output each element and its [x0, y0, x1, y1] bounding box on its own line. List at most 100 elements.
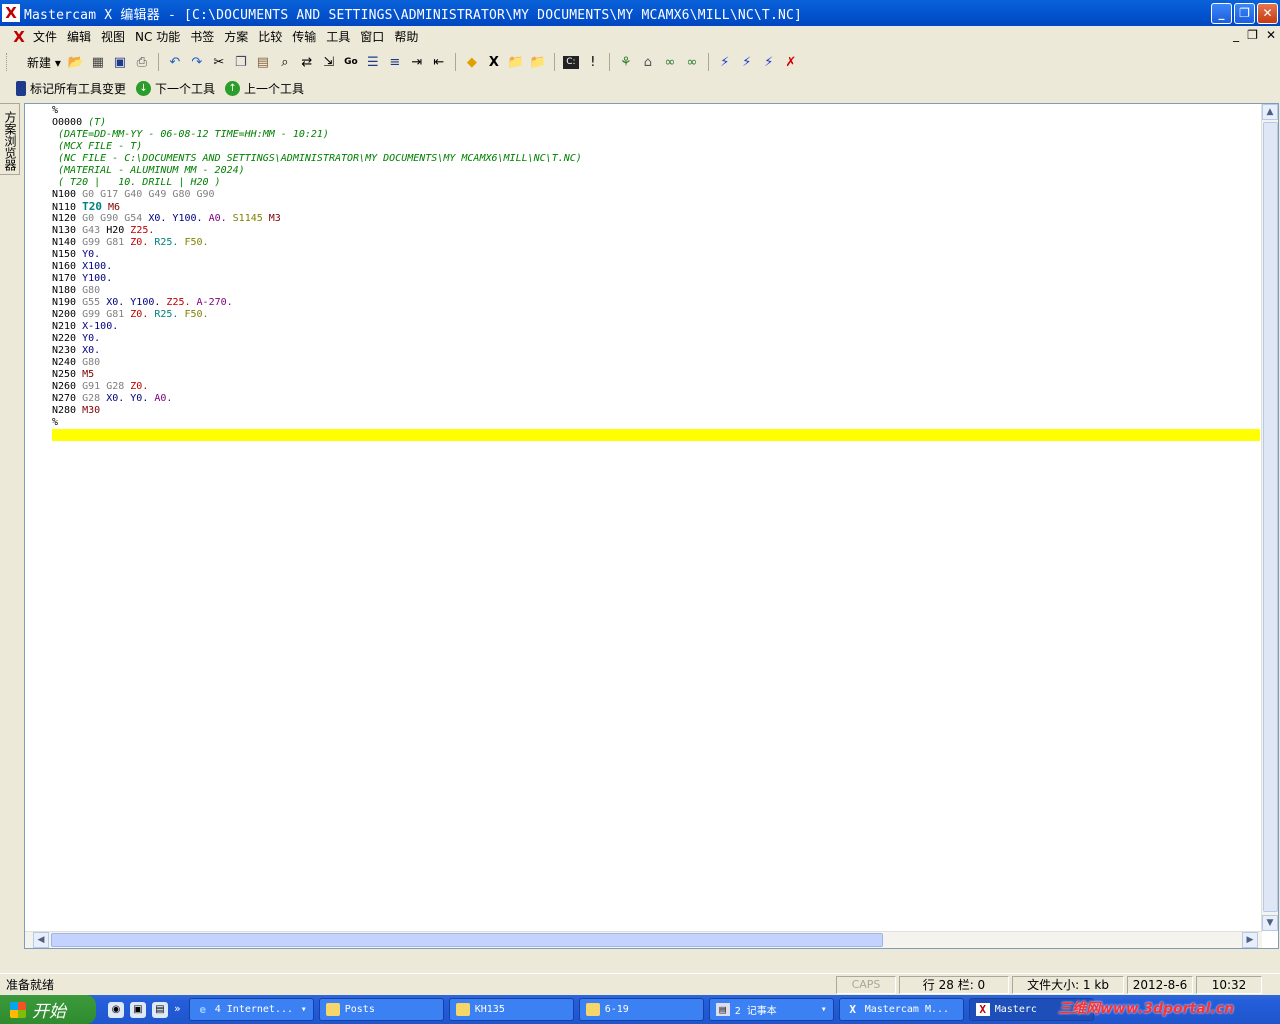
indent-icon[interactable]: ⇥	[406, 51, 428, 73]
menu-tools[interactable]: 工具	[321, 26, 355, 48]
code-line[interactable]: N200 G99 G81 Z0. R25. F50.	[52, 309, 582, 321]
code-line[interactable]: %	[52, 105, 582, 117]
code-line[interactable]: N160 X100.	[52, 261, 582, 273]
quicklaunch-overflow-icon[interactable]: »	[174, 1002, 181, 1018]
code-line[interactable]: N240 G80	[52, 357, 582, 369]
code-line[interactable]: N110 T20 M6	[52, 201, 582, 214]
link2-icon[interactable]: ∞	[681, 51, 703, 73]
goto-icon[interactable]: ⇲	[318, 51, 340, 73]
task-internet-explorer[interactable]: e 4 Internet... ▾	[188, 998, 314, 1021]
code-line[interactable]: (NC FILE - C:\DOCUMENTS AND SETTINGS\ADM…	[52, 153, 582, 165]
code-line[interactable]: N270 G28 X0. Y0. A0.	[52, 393, 582, 405]
scroll-right-icon[interactable]: ▶	[1242, 932, 1258, 948]
code-line[interactable]: (DATE=DD-MM-YY - 06-08-12 TIME=HH:MM - 1…	[52, 129, 582, 141]
machine-icon[interactable]: ⌂	[637, 51, 659, 73]
code-line[interactable]: N260 G91 G28 Z0.	[52, 381, 582, 393]
open-file-icon[interactable]: 📁	[505, 51, 527, 73]
cut-icon[interactable]: ✂	[208, 51, 230, 73]
task-mastercam-main[interactable]: X Mastercam M...	[838, 998, 964, 1021]
table-icon[interactable]: ▦	[87, 51, 109, 73]
mdi-close-button[interactable]: ✕	[1266, 28, 1276, 42]
code-line[interactable]: (MCX FILE - T)	[52, 141, 582, 153]
bolt-delete-icon[interactable]: ✗	[780, 51, 802, 73]
start-button[interactable]: 开始	[0, 995, 96, 1024]
menu-transfer[interactable]: 传输	[287, 26, 321, 48]
bookmark-icon[interactable]: ◆	[461, 51, 483, 73]
mdi-minimize-button[interactable]: _	[1233, 28, 1239, 42]
menu-nc-functions[interactable]: NC 功能	[130, 26, 185, 48]
bolt3-icon[interactable]: ⚡	[758, 51, 780, 73]
document-icon[interactable]: X	[10, 28, 28, 46]
next-tool-button[interactable]: ↓ 下一个工具	[136, 80, 215, 97]
code-line[interactable]: N250 M5	[52, 369, 582, 381]
ql-browser-icon[interactable]: ◉	[108, 1001, 124, 1018]
find-icon[interactable]: ⌕	[274, 51, 296, 73]
nc-editor[interactable]: % O0000 (T) (DATE=DD-MM-YY - 06-08-12 TIM…	[24, 103, 1279, 949]
renumber-icon[interactable]: ≡	[384, 51, 406, 73]
paste-icon[interactable]: ▤	[252, 51, 274, 73]
copy-icon[interactable]: ❐	[230, 51, 252, 73]
code-line[interactable]: N170 Y100.	[52, 273, 582, 285]
menu-compare[interactable]: 比较	[253, 26, 287, 48]
horizontal-scroll-thumb[interactable]	[51, 933, 883, 947]
open-folder-icon[interactable]: 📂	[65, 51, 87, 73]
project-browser-tab[interactable]: 方案浏览器	[0, 103, 20, 175]
print-icon[interactable]: ⎙	[131, 51, 153, 73]
code-line[interactable]: N180 G80	[52, 285, 582, 297]
ql-desktop-icon[interactable]: ▤	[152, 1001, 168, 1018]
restore-button[interactable]: ❐	[1234, 3, 1255, 24]
code-line[interactable]: N220 Y0.	[52, 333, 582, 345]
link1-icon[interactable]: ∞	[659, 51, 681, 73]
tool-path-icon[interactable]: ⚘	[615, 51, 637, 73]
terminal-icon[interactable]: C:	[562, 55, 579, 69]
task-6-19-folder[interactable]: 6-19	[578, 998, 704, 1021]
code-line[interactable]: N190 G55 X0. Y100. Z25. A-270.	[52, 297, 582, 309]
vertical-scroll-thumb[interactable]	[1263, 122, 1278, 912]
redo-icon[interactable]: ↷	[186, 51, 208, 73]
scroll-up-icon[interactable]: ▲	[1262, 104, 1278, 120]
minimize-button[interactable]: _	[1211, 3, 1232, 24]
menu-edit[interactable]: 编辑	[62, 26, 96, 48]
code-line[interactable]: N130 G43 H20 Z25.	[52, 225, 582, 237]
go-icon[interactable]: Go	[340, 51, 362, 73]
mastercam-icon[interactable]: X	[483, 51, 505, 73]
new-button[interactable]: 新建 ▾	[15, 54, 65, 71]
vertical-scrollbar[interactable]: ▲ ▼	[1261, 104, 1278, 931]
toolbar-grip[interactable]	[6, 53, 9, 71]
list-icon[interactable]: ☰	[362, 51, 384, 73]
code-line[interactable]: N230 X0.	[52, 345, 582, 357]
horizontal-scrollbar[interactable]: ◀ ▶	[25, 931, 1262, 948]
ql-media-icon[interactable]: ▣	[130, 1001, 146, 1018]
bolt2-icon[interactable]: ⚡	[736, 51, 758, 73]
code-line[interactable]: N120 G0 G90 G54 X0. Y100. A0. S1145 M3	[52, 213, 582, 225]
task-kh135-folder[interactable]: KH135	[448, 998, 574, 1021]
code-line[interactable]: N210 X-100.	[52, 321, 582, 333]
menu-bookmarks[interactable]: 书签	[185, 26, 219, 48]
code-line[interactable]: (MATERIAL - ALUMINUM MM - 2024)	[52, 165, 582, 177]
info-icon[interactable]: !	[582, 51, 604, 73]
replace-icon[interactable]: ⇄	[296, 51, 318, 73]
code-line[interactable]: N100 G0 G17 G40 G49 G80 G90	[52, 189, 582, 201]
code-line[interactable]: N140 G99 G81 Z0. R25. F50.	[52, 237, 582, 249]
code-line[interactable]: O0000 (T)	[52, 117, 582, 129]
code-line[interactable]: %	[52, 417, 582, 429]
prev-tool-button[interactable]: ↑ 上一个工具	[225, 80, 304, 97]
scroll-down-icon[interactable]: ▼	[1262, 915, 1278, 931]
mdi-restore-button[interactable]: ❐	[1247, 28, 1258, 42]
menu-view[interactable]: 视图	[96, 26, 130, 48]
close-button[interactable]: ✕	[1257, 3, 1278, 24]
open-file2-icon[interactable]: 📁	[527, 51, 549, 73]
mark-all-tool-changes-button[interactable]: 标记所有工具变更	[6, 80, 126, 97]
outdent-icon[interactable]: ⇤	[428, 51, 450, 73]
save-icon[interactable]: ▣	[109, 51, 131, 73]
menu-file[interactable]: 文件	[28, 26, 62, 48]
menu-help[interactable]: 帮助	[389, 26, 423, 48]
menu-project[interactable]: 方案	[219, 26, 253, 48]
nc-code[interactable]: % O0000 (T) (DATE=DD-MM-YY - 06-08-12 TIM…	[52, 105, 582, 429]
menu-window[interactable]: 窗口	[355, 26, 389, 48]
task-posts-folder[interactable]: Posts	[318, 998, 444, 1021]
code-line[interactable]: ( T20 | 10. DRILL | H20 )	[52, 177, 582, 189]
code-line[interactable]: N150 Y0.	[52, 249, 582, 261]
mastercam-app-icon[interactable]: X	[2, 4, 20, 22]
undo-icon[interactable]: ↶	[164, 51, 186, 73]
